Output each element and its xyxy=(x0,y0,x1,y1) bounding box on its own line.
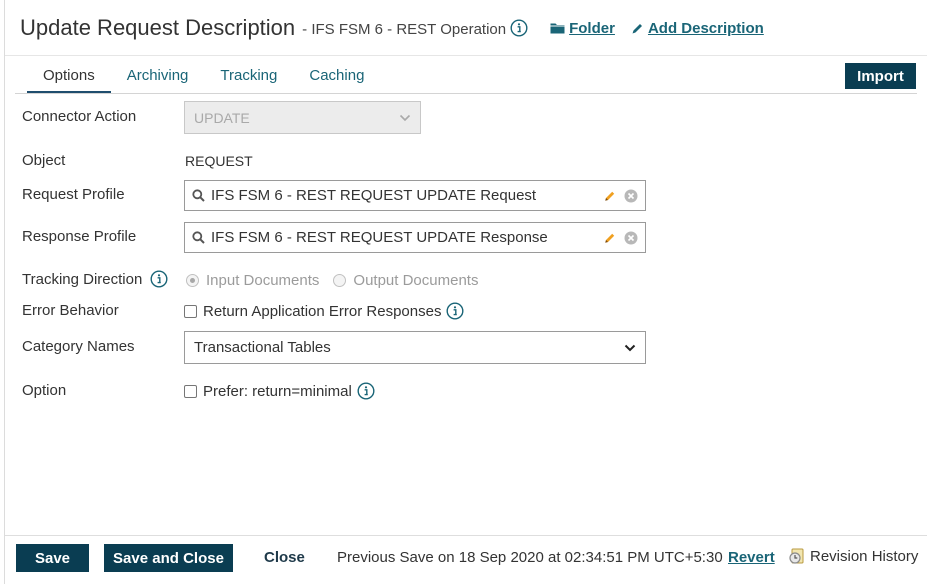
connector-action-label: Connector Action xyxy=(22,108,137,125)
info-icon[interactable] xyxy=(446,302,464,320)
option-row: Prefer: return=minimal xyxy=(184,382,375,400)
revision-history-icon xyxy=(788,547,810,565)
page-title: Update Request Description xyxy=(20,15,296,40)
tabs-divider xyxy=(15,93,917,94)
prefer-minimal-label: Prefer: return=minimal xyxy=(203,382,352,400)
clear-icon[interactable] xyxy=(624,231,638,245)
revision-history-button[interactable]: Revision History xyxy=(788,547,918,565)
error-behavior-label: Error Behavior xyxy=(22,302,119,319)
return-app-error-label: Return Application Error Responses xyxy=(203,302,442,320)
radio-input-documents[interactable] xyxy=(186,274,199,287)
tracking-direction-row: Tracking Direction xyxy=(22,270,168,288)
footer-divider xyxy=(5,535,927,536)
import-button[interactable]: Import xyxy=(845,63,916,89)
close-button[interactable]: Close xyxy=(264,544,305,572)
error-behavior-row: Return Application Error Responses xyxy=(184,302,464,320)
request-profile-value: IFS FSM 6 - REST REQUEST UPDATE Request xyxy=(211,187,537,204)
folder-link[interactable]: Folder xyxy=(550,20,615,37)
tab-options[interactable]: Options xyxy=(27,59,111,93)
edit-icon[interactable] xyxy=(604,190,616,202)
object-label: Object xyxy=(22,152,66,169)
tab-caching[interactable]: Caching xyxy=(293,59,380,93)
info-icon[interactable] xyxy=(510,19,528,37)
option-label: Option xyxy=(22,382,67,399)
page-header: Update Request Description - IFS FSM 6 -… xyxy=(20,12,764,44)
connector-action-select[interactable]: UPDATE xyxy=(184,101,421,134)
response-profile-value: IFS FSM 6 - REST REQUEST UPDATE Response xyxy=(211,229,548,246)
response-profile-field[interactable]: IFS FSM 6 - REST REQUEST UPDATE Response xyxy=(184,222,646,253)
search-icon xyxy=(192,231,205,244)
clear-icon[interactable] xyxy=(624,189,638,203)
chevron-down-icon xyxy=(399,114,411,122)
save-button[interactable]: Save xyxy=(16,544,89,572)
response-profile-label: Response Profile xyxy=(22,228,137,245)
add-description-label: Add Description xyxy=(647,19,764,37)
save-and-close-button[interactable]: Save and Close xyxy=(104,544,233,572)
info-icon[interactable] xyxy=(150,270,168,288)
revision-history-label: Revision History xyxy=(810,547,919,565)
search-icon xyxy=(192,189,205,202)
pencil-icon xyxy=(631,22,648,35)
object-value: REQUEST xyxy=(185,153,253,169)
category-names-value: Transactional Tables xyxy=(194,339,331,356)
category-names-label: Category Names xyxy=(22,338,135,355)
connector-action-value: UPDATE xyxy=(194,109,250,126)
page-subtitle: - IFS FSM 6 - REST Operation xyxy=(302,21,507,38)
previous-save-status: Previous Save on 18 Sep 2020 at 02:34:51… xyxy=(337,549,723,566)
tab-archiving[interactable]: Archiving xyxy=(111,59,205,93)
category-names-select[interactable]: Transactional Tables xyxy=(184,331,646,364)
return-app-error-checkbox[interactable] xyxy=(184,304,197,318)
radio-output-documents[interactable] xyxy=(333,274,347,287)
radio-output-documents-label: Output Documents xyxy=(353,272,479,289)
prefer-minimal-checkbox[interactable] xyxy=(184,384,197,398)
folder-icon xyxy=(550,22,569,34)
header-divider xyxy=(5,55,927,56)
radio-input-documents-label: Input Documents xyxy=(206,272,320,289)
tracking-direction-radios: Input Documents Output Documents xyxy=(186,272,478,289)
add-description-link[interactable]: Add Description xyxy=(631,20,764,37)
tracking-direction-label: Tracking Direction xyxy=(22,270,143,288)
request-profile-field[interactable]: IFS FSM 6 - REST REQUEST UPDATE Request xyxy=(184,180,646,211)
folder-link-label: Folder xyxy=(569,19,615,37)
edit-icon[interactable] xyxy=(604,232,616,244)
tab-tracking[interactable]: Tracking xyxy=(204,59,293,93)
revert-link[interactable]: Revert xyxy=(728,549,775,566)
tab-bar: Options Archiving Tracking Caching xyxy=(27,59,380,93)
chevron-down-icon xyxy=(624,344,636,352)
request-profile-label: Request Profile xyxy=(22,186,125,203)
info-icon[interactable] xyxy=(357,382,375,400)
left-border xyxy=(4,0,5,584)
